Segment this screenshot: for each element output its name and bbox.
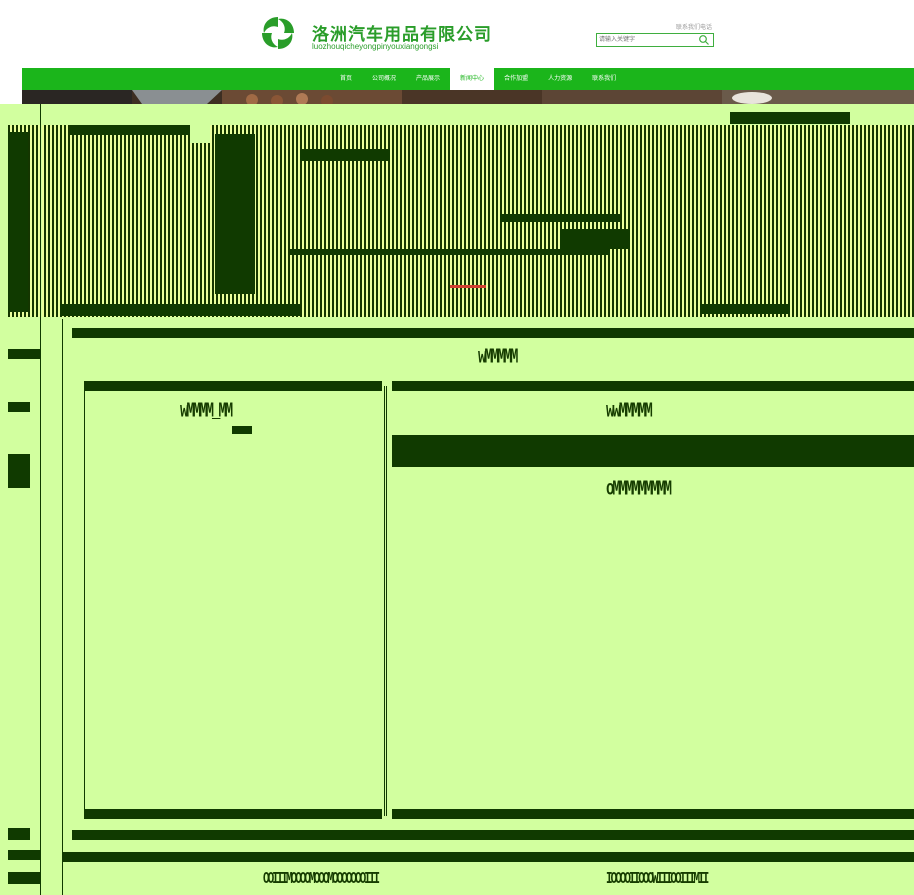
nav-item-products[interactable]: 产品展示 [406,68,450,90]
right-panel-subtitle: oMMMMMMMMM [606,478,672,502]
glitch-block [60,304,300,316]
glitch-gap [190,125,210,143]
glitch-block [700,304,790,314]
banner-image [22,90,914,104]
glitch-block [500,214,620,222]
nav-item-join[interactable]: 合作加盟 [494,68,538,90]
glitch-bar [72,830,914,840]
top-contact-link[interactable]: 联系我们电话 [676,22,712,31]
rail-block [8,828,30,840]
vertical-rail [62,319,64,895]
left-panel-title: wMMMM_MM [180,400,233,424]
left-panel-footer-bar [84,809,382,819]
glitch-block [215,134,255,294]
footer-text-right: IOOOOIIOOOWIIIOOIIIMII [606,871,709,889]
glitch-stripes [8,125,914,317]
glitch-gap [450,285,486,288]
panel-divider [384,386,388,816]
nav-item-home[interactable]: 首页 [330,68,362,90]
footer-text-left: OOIIIMOOOOMOOOMOOOOOOOIII [263,871,380,889]
right-panel-header-bar [392,381,914,391]
rail-block [8,454,30,488]
nav-items: 首页 公司概况 产品展示 新闻中心 合作加盟 人力资源 联系我们 [330,68,626,90]
right-panel-footer-bar [392,809,914,819]
rail-block [8,349,40,359]
main-nav: 首页 公司概况 产品展示 新闻中心 合作加盟 人力资源 联系我们 [22,68,914,90]
left-panel-header-bar [84,381,382,391]
glitch-block [232,426,252,434]
nav-item-hr[interactable]: 人力资源 [538,68,582,90]
rail-block [8,850,40,860]
glitch-block [300,149,390,161]
glitch-block [730,112,850,124]
rail-block [8,402,30,412]
right-panel-band [392,435,914,467]
company-pinyin: luozhouqicheyongpinyouxiangongsi [312,42,439,51]
rail-block [8,872,40,884]
search-button[interactable] [696,34,712,46]
search-icon [699,35,709,45]
center-heading: wMMMMM [478,346,518,370]
nav-item-about[interactable]: 公司概况 [362,68,406,90]
glitch-block [70,125,200,135]
search-input[interactable] [599,35,691,45]
right-panel-title: wwMMMMM [606,400,653,424]
glitch-area: wMMMMM wMMMM_MM wwMMMMM oMMMMMMMMM OOIII… [0,104,914,895]
glitch-bar [72,328,914,338]
glitch-block [290,249,610,255]
glitch-bar [62,852,914,862]
site-header: 洛洲汽车用品有限公司 luozhouqicheyongpinyouxiangon… [0,0,914,68]
glitch-block [560,229,630,249]
vertical-rail [40,104,42,895]
company-logo-icon[interactable] [258,13,298,53]
nav-item-news[interactable]: 新闻中心 [450,68,495,90]
vertical-rail [84,386,86,816]
glitch-block [8,132,28,312]
search-box [596,33,714,47]
nav-item-contact[interactable]: 联系我们 [582,68,626,90]
